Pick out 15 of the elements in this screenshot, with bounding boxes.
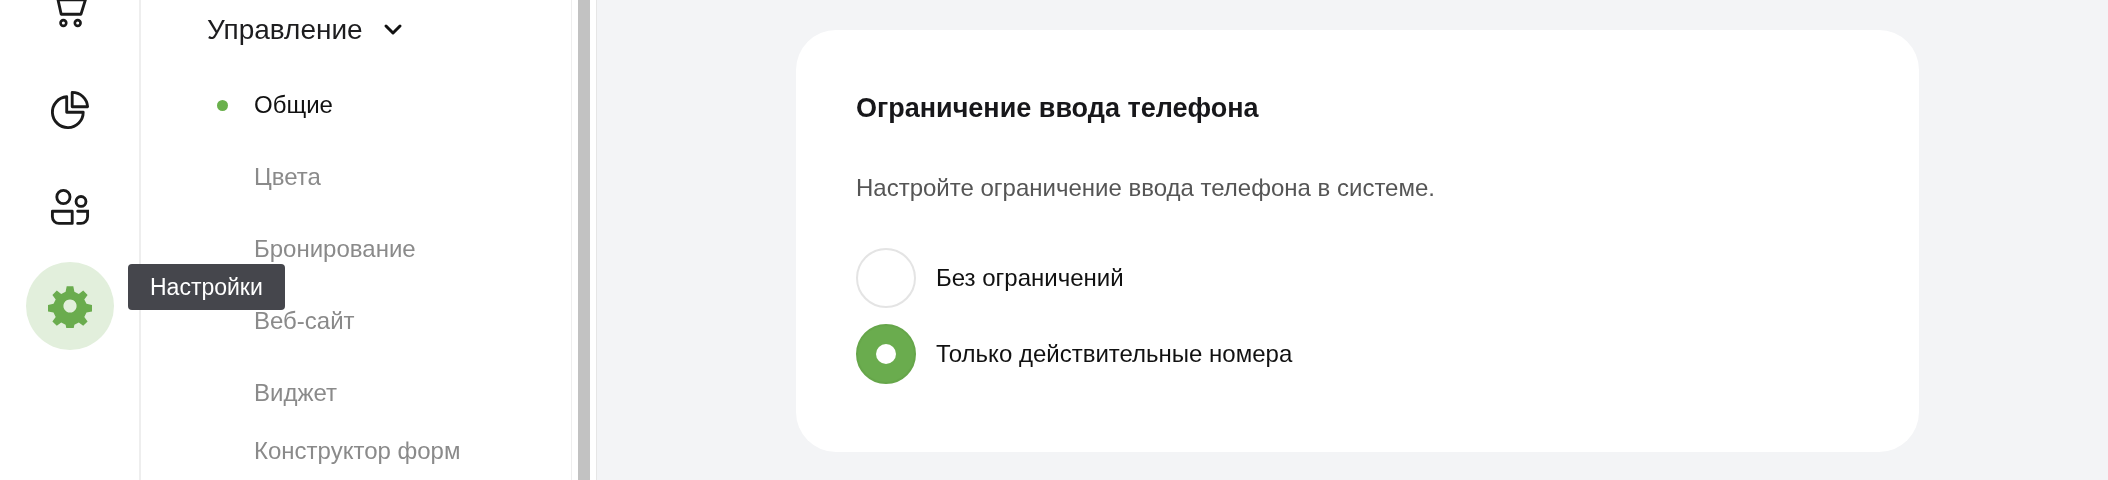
menu-item[interactable]: Виджет [254,379,337,407]
option-label: Только действительные номера [936,339,1293,369]
radio-button[interactable] [856,324,916,384]
section-toggle[interactable]: Управление [207,10,403,50]
card-description: Настройте ограничение ввода телефона в системе. [856,173,1436,203]
menu-item[interactable]: Веб-сайт [254,307,355,335]
menu-item[interactable]: Общие [254,91,333,119]
panel-divider-handle[interactable] [578,0,590,480]
card-title: Ограничение ввода телефона [856,92,1260,125]
menu-item[interactable]: Конструктор форм [254,437,461,465]
option-label: Без ограничений [936,263,1124,293]
menu-item[interactable]: Цвета [254,163,321,191]
menu-item[interactable]: Бронирование [254,235,416,263]
settings-icon [47,284,92,328]
tooltip: Настройки [128,264,285,310]
